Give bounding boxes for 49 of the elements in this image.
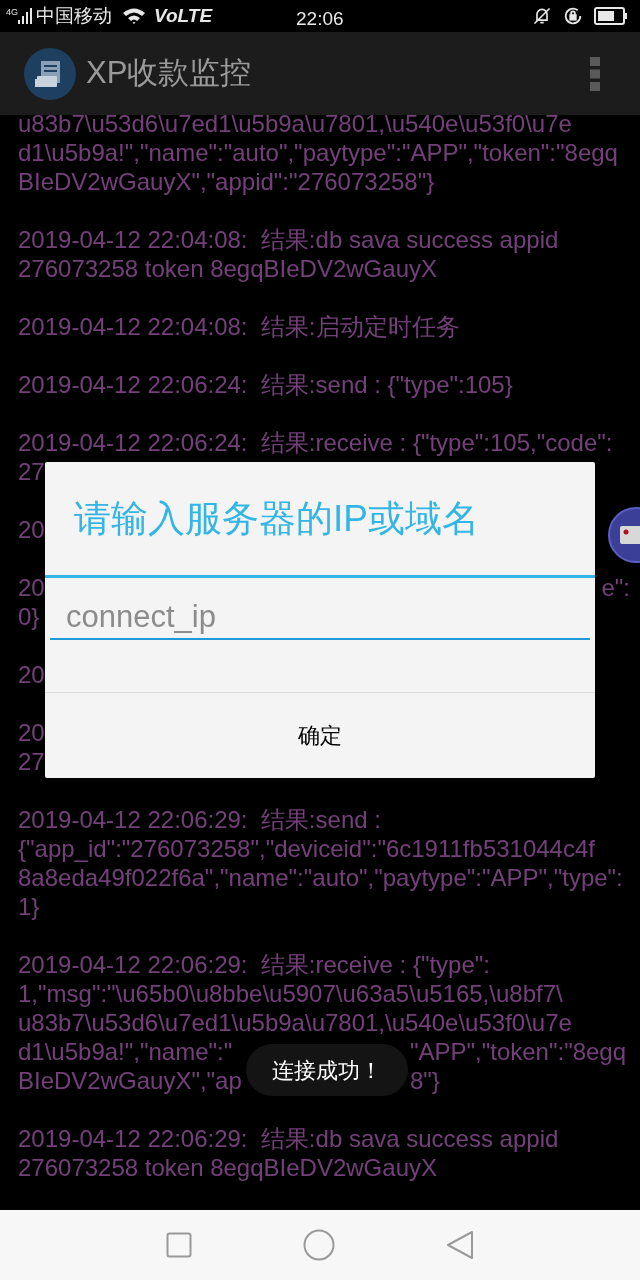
log-text: 276073258 token 8egqBIeDV2wGauyX [18, 254, 437, 283]
home-icon[interactable] [303, 1229, 335, 1261]
log-text: 2019-04-12 22:04:08: 结果:db sava success appid [18, 225, 559, 254]
confirm-button[interactable]: 确定 [45, 693, 595, 778]
log-text: d1\u5b9a!","name":" [18, 1037, 233, 1066]
wifi-icon [122, 7, 146, 25]
dialog-title: 请输入服务器的IP或域名 [74, 496, 479, 541]
overflow-menu-icon[interactable] [590, 56, 600, 91]
back-icon[interactable] [446, 1230, 475, 1260]
toast: 连接成功！ [246, 1044, 408, 1096]
signal-icon [18, 8, 32, 24]
log-text: u83b7\u53d6\u7ed1\u5b9a\u7801,\u540e\u53f0\u7e [18, 115, 572, 138]
log-text: "APP","token":"8egq [410, 1037, 627, 1066]
clock: 22:06 [296, 7, 344, 31]
log-text: BIeDV2wGauyX","appid":"276073258"} [18, 167, 435, 196]
ip-input-field[interactable]: connect_ip [50, 596, 590, 640]
log-text: 2019-04-12 22:06:29: 结果:db sava success appid [18, 1124, 559, 1153]
log-text: 0} [18, 602, 40, 631]
log-text: 2019-04-12 22:06:29: 结果:send : [18, 805, 381, 834]
log-text: 2019-04-12 22:06:29: 结果:receive : {"type": [18, 950, 490, 979]
recent-apps-icon[interactable] [165, 1232, 192, 1258]
carrier-name: 中国移动 [36, 3, 112, 28]
card-icon [620, 526, 640, 544]
log-text: e": [601, 573, 630, 602]
mute-icon [532, 6, 552, 26]
log-text: 20 [18, 718, 45, 747]
log-text: d1\u5b9a!","name":"auto","paytype":"APP","token":"8egq [18, 138, 618, 167]
app-logo-icon [24, 47, 76, 100]
log-text: 2019-04-12 22:06:24: 结果:send : {"type":105} [18, 370, 513, 399]
log-text: u83b7\u53d6\u7ed1\u5b9a\u7801,\u540e\u53f0\u7e [18, 1008, 572, 1037]
log-text: 276073258 token 8egqBIeDV2wGauyX [18, 1153, 437, 1182]
network-type: 4G [6, 6, 18, 19]
log-text: 8"} [410, 1066, 440, 1095]
log-text: 2019-04-12 22:06:24: 结果:receive : {"type":105,"code": [18, 428, 613, 457]
log-text: 1} [18, 892, 40, 921]
log-text: {"app_id":"276073258","deviceid":"6c1911fb531044c4f [18, 834, 595, 863]
log-text: 27 [18, 747, 45, 776]
log-text: 1,"msg":"\u65b0\u8bbe\u5907\u63a5\u5165,\u8bf7\ [18, 979, 563, 1008]
app-title: XP收款监控 [86, 54, 252, 93]
log-text: 2019-04-12 22:04:08: 结果:启动定时任务 [18, 312, 460, 341]
log-text: 20 [18, 660, 45, 689]
battery-icon [594, 7, 628, 25]
log-text: 27 [18, 457, 45, 486]
volte-label: VoLTE [154, 3, 213, 28]
log-text: BIeDV2wGauyX","ap [18, 1066, 242, 1095]
rotation-lock-icon [562, 5, 584, 27]
log-text: 20 [18, 573, 45, 602]
log-text: 20 [18, 515, 45, 544]
log-text: 8a8eda49f022f6a","name":"auto","paytype":"APP","type": [18, 863, 623, 892]
